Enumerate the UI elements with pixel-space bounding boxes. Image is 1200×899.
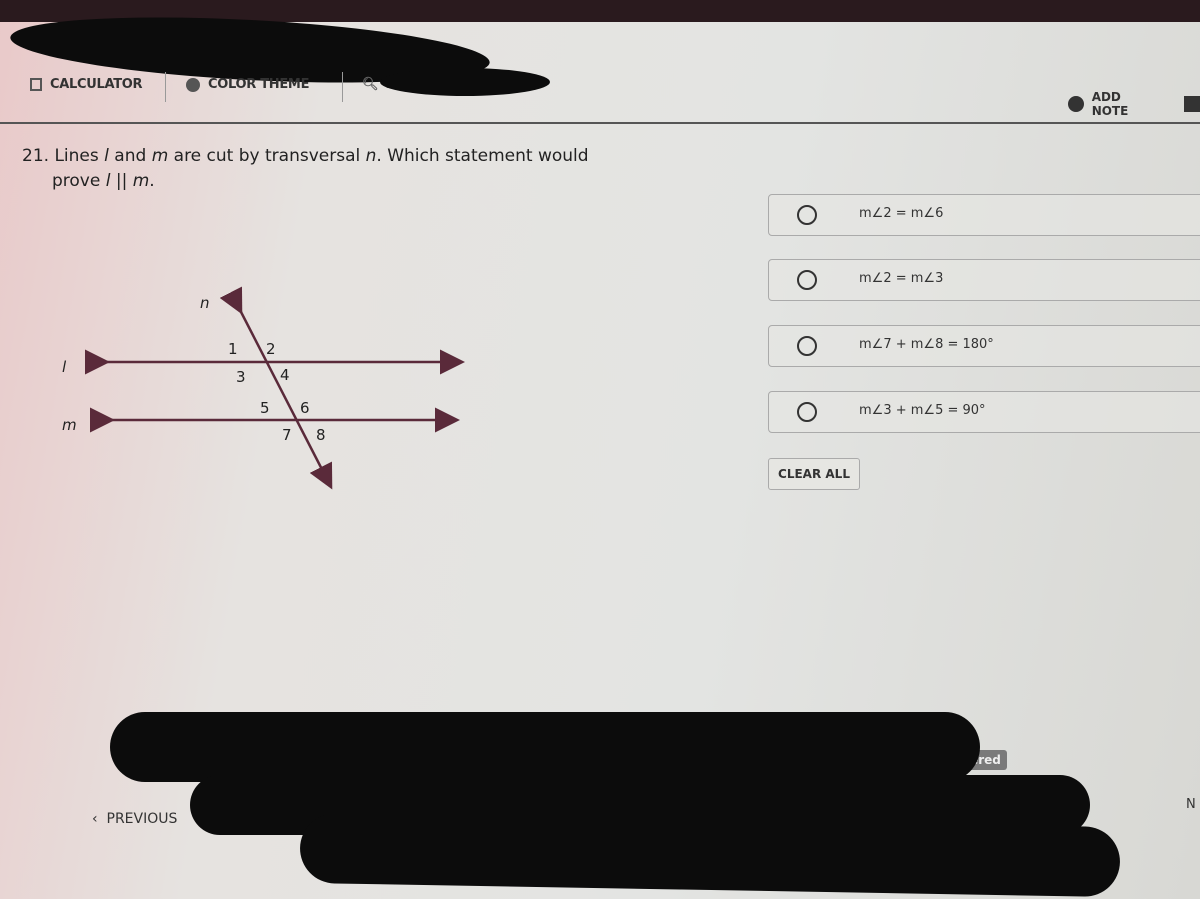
answer-option-3[interactable]: m∠7 + m∠8 = 180° bbox=[768, 325, 1200, 367]
previous-label: PREVIOUS bbox=[106, 811, 178, 827]
label-n: n bbox=[200, 294, 210, 312]
angle-4: 4 bbox=[280, 366, 290, 384]
zoom-out-icon: 🔍︎ bbox=[362, 77, 379, 92]
redaction-mark bbox=[299, 812, 1121, 898]
angle-8: 8 bbox=[316, 426, 326, 444]
color-theme-label: COLOR THEME bbox=[208, 77, 310, 92]
transversal-diagram: n l m 1 2 3 4 5 6 7 8 bbox=[62, 286, 465, 490]
label-l: l bbox=[62, 358, 67, 376]
redaction-mark bbox=[110, 712, 980, 782]
option-label: m∠2 = m∠3 bbox=[859, 271, 944, 286]
add-note-button[interactable]: ADD NOTE bbox=[1068, 90, 1200, 118]
option-label: m∠7 + m∠8 = 180° bbox=[859, 337, 994, 352]
radio-button[interactable] bbox=[797, 270, 817, 290]
option-label: m∠2 = m∠6 bbox=[859, 206, 944, 221]
divider bbox=[165, 72, 166, 102]
answer-option-4[interactable]: m∠3 + m∠5 = 90° bbox=[768, 391, 1200, 433]
radio-button[interactable] bbox=[797, 402, 817, 422]
calculator-icon bbox=[30, 78, 42, 91]
angle-3: 3 bbox=[236, 368, 246, 386]
calculator-button[interactable]: CALCULATOR bbox=[30, 77, 143, 92]
line-n bbox=[219, 286, 333, 490]
note-icon bbox=[1184, 96, 1200, 112]
add-icon bbox=[1068, 96, 1084, 112]
angle-6: 6 bbox=[300, 399, 310, 417]
next-button[interactable]: N bbox=[1186, 797, 1196, 812]
answer-option-2[interactable]: m∠2 = m∠3 bbox=[768, 259, 1200, 301]
toolbar bbox=[0, 62, 1200, 124]
label-m: m bbox=[62, 416, 77, 434]
option-label: m∠3 + m∠5 = 90° bbox=[859, 403, 986, 418]
angle-1: 1 bbox=[228, 340, 238, 358]
answer-option-1[interactable]: m∠2 = m∠6 bbox=[768, 194, 1200, 236]
angle-2: 2 bbox=[266, 340, 276, 358]
redaction-mark bbox=[380, 68, 550, 96]
previous-button[interactable]: ‹ PREVIOUS bbox=[92, 811, 177, 827]
palette-icon bbox=[186, 77, 200, 92]
angle-7: 7 bbox=[282, 426, 292, 444]
calculator-label: CALCULATOR bbox=[50, 77, 143, 92]
radio-button[interactable] bbox=[797, 336, 817, 356]
question-text: 21. Lines l and m are cut by transversal… bbox=[22, 146, 589, 191]
angle-5: 5 bbox=[260, 399, 270, 417]
radio-button[interactable] bbox=[797, 205, 817, 225]
clear-all-button[interactable]: CLEAR ALL bbox=[768, 458, 860, 490]
divider bbox=[342, 72, 343, 102]
add-note-label: ADD NOTE bbox=[1091, 90, 1129, 118]
color-theme-button[interactable]: COLOR THEME bbox=[186, 77, 309, 92]
